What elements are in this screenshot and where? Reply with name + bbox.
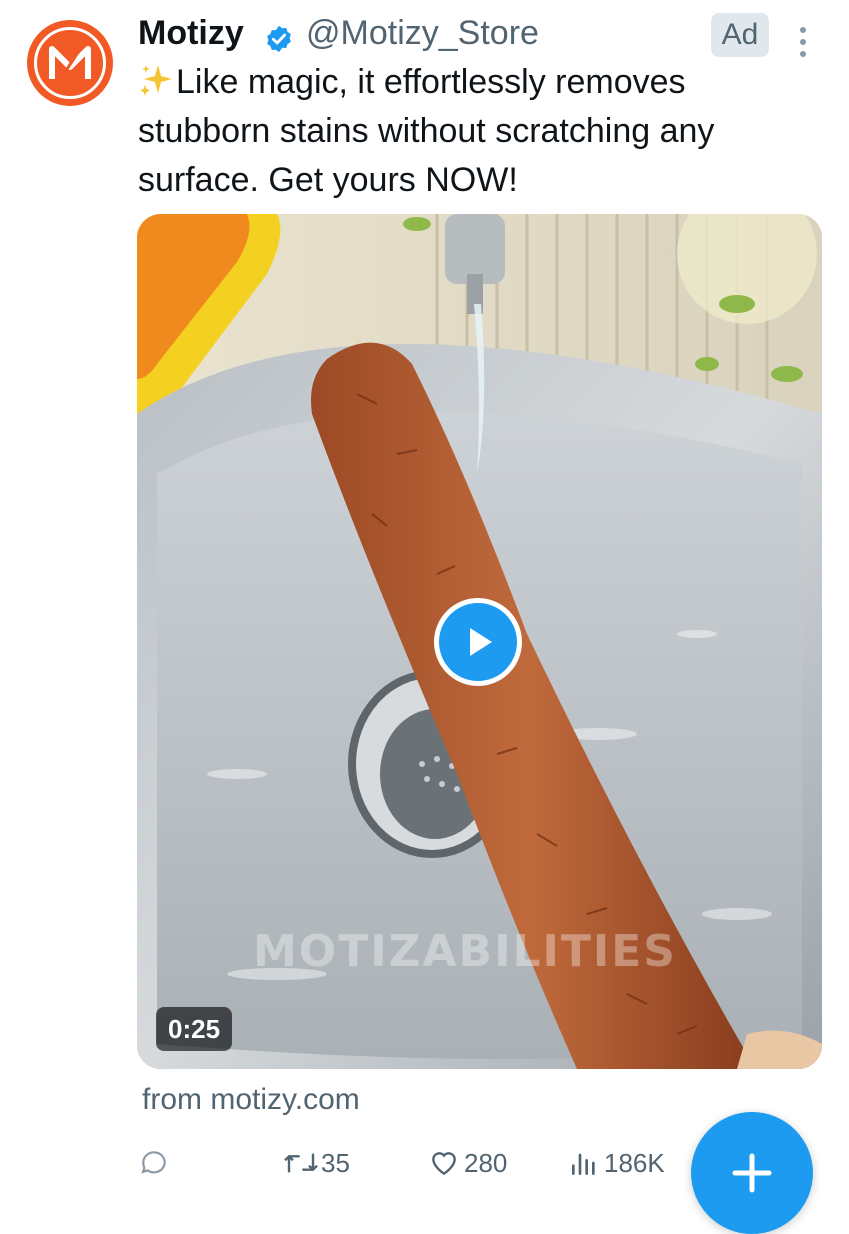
tweet-body: Like magic, it effortlessly removes stub…: [138, 58, 818, 205]
sparkles-icon: [140, 65, 172, 96]
play-button[interactable]: [434, 598, 522, 686]
retweet-button[interactable]: 35: [281, 1140, 350, 1186]
tweet-header: Motizy @Motizy_Store Ad: [138, 10, 849, 60]
source-link[interactable]: from motizy.com: [142, 1083, 360, 1117]
views-icon: [572, 1153, 595, 1175]
like-icon: [432, 1152, 456, 1176]
motizy-logo-icon: [49, 42, 91, 84]
ad-badge: Ad: [711, 13, 769, 57]
view-count: 186K: [604, 1147, 665, 1178]
compose-button[interactable]: [691, 1112, 813, 1234]
like-count: 280: [464, 1147, 508, 1178]
play-icon: [470, 628, 492, 656]
avatar-ring: [34, 27, 106, 99]
verified-badge-icon: [267, 25, 291, 53]
retweet-count: 35: [321, 1147, 350, 1178]
author-handle[interactable]: @Motizy_Store: [306, 14, 539, 53]
video-duration: 0:25: [156, 1007, 233, 1051]
video-player[interactable]: MOTIZABILITIES 0:25: [137, 214, 822, 1069]
more-options-icon[interactable]: [798, 22, 808, 62]
retweet-icon: [284, 1153, 318, 1173]
author-avatar[interactable]: [27, 20, 113, 106]
reply-button[interactable]: [138, 1140, 170, 1186]
views-button[interactable]: 186K: [568, 1140, 665, 1186]
video-watermark: MOTIZABILITIES: [253, 926, 677, 977]
reply-icon: [141, 1151, 166, 1174]
compose-plus-icon: [732, 1153, 772, 1193]
tweet-text: Like magic, it effortlessly removes stub…: [138, 63, 715, 199]
author-name[interactable]: Motizy: [138, 14, 244, 53]
like-button[interactable]: 280: [428, 1140, 507, 1186]
